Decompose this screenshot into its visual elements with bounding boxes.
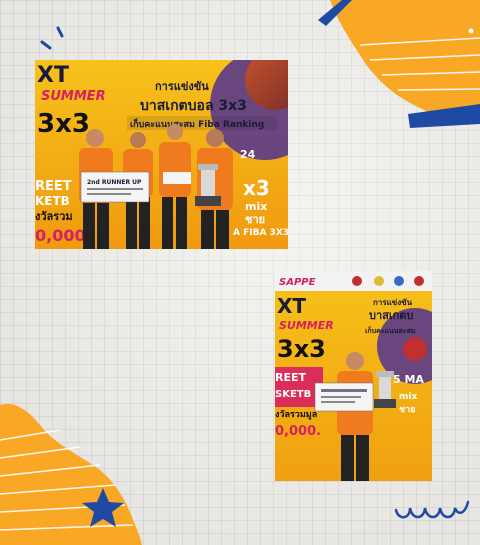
banner-left-5: SKETB	[275, 389, 311, 400]
certificate-title: 2nd RUNNER UP	[87, 179, 142, 186]
banner-left-4: REET	[35, 179, 72, 194]
banner-right-1: 5 MA	[393, 373, 424, 386]
orange-splash-bottom-left	[0, 403, 142, 545]
banner-left-6: งวัลรวม	[35, 210, 73, 223]
orange-splash-top-right	[330, 0, 480, 120]
title-line-1: การแข่งขัน	[373, 298, 413, 307]
banner-right-2: mix	[245, 200, 267, 213]
sponsor-logo: SAPPE	[279, 277, 316, 288]
banner-right-4: A FIBA 3X3	[233, 228, 288, 238]
title-line-3: เก็บคะแนนสะสม	[365, 326, 416, 335]
certificate-board: 2nd RUNNER UP	[80, 171, 150, 203]
title-line-2: บาสเกตบอล 3x3	[140, 98, 247, 114]
banner-left-2: SUMMER	[41, 89, 106, 104]
banner-left-4: REET	[275, 371, 306, 384]
banner-right-3: ชาย	[245, 213, 265, 226]
banner-left-5: KETB	[35, 194, 70, 208]
banner-left-2: SUMMER	[279, 319, 334, 332]
banner-right-1: x3	[243, 176, 270, 200]
banner-left-1: XT	[37, 63, 69, 88]
banner-right-5: 24	[240, 148, 256, 161]
banner-left-7: 0,000	[35, 226, 86, 245]
photo-player-award: SAPPE XT SUMMER 3x3 REET SKETB งวัลรวมมู…	[275, 271, 432, 481]
banner-left-3: 3x3	[37, 109, 90, 139]
banner-left-7: 0,000.	[275, 424, 321, 439]
title-line-2: บาสเกตบ	[369, 309, 413, 322]
collage-canvas: XT SUMMER 3x3 REET KETB งวัลรวม 0,000 กา…	[0, 0, 480, 545]
certificate-board	[314, 382, 374, 412]
banner-right-2: mix	[399, 392, 417, 402]
banner-left-3: 3x3	[277, 335, 326, 363]
banner-right-3: ชาย	[399, 405, 415, 415]
squiggle-icon	[394, 500, 470, 519]
title-line-1: การแข่งขัน	[155, 80, 209, 93]
banner-left-6: งวัลรวมมูล	[275, 409, 317, 420]
banner-left-1: XT	[277, 294, 306, 318]
photo-team-award: XT SUMMER 3x3 REET KETB งวัลรวม 0,000 กา…	[35, 60, 288, 249]
